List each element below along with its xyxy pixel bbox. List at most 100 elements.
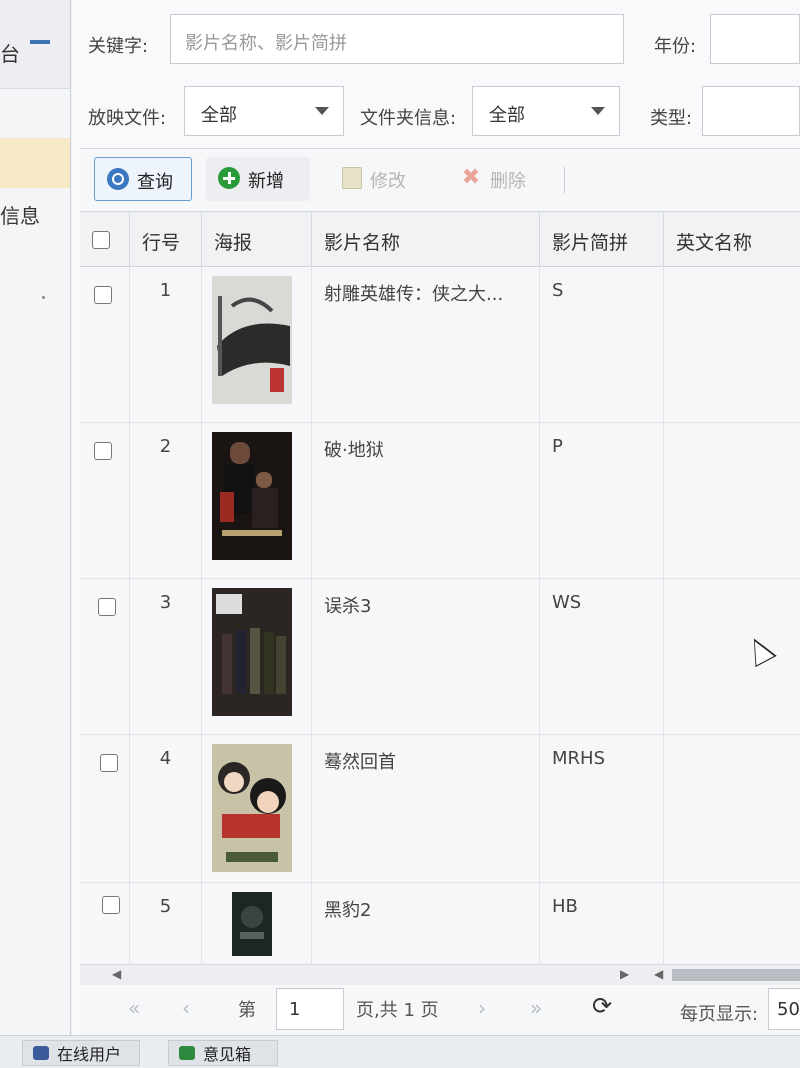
sidebar-header: 台 [0,0,70,89]
english-name [664,422,800,578]
search-icon [107,168,129,190]
row-number: 2 [130,422,202,578]
refresh-icon[interactable]: ⟳ [592,992,612,1020]
edit-button[interactable]: 修改 [330,157,430,201]
header-pinyin: 影片简拼 [540,212,664,266]
movie-pinyin: WS [540,578,664,734]
select-all-checkbox[interactable] [92,231,110,249]
table-row[interactable]: 5 黑豹2 HB [80,882,800,964]
movie-poster[interactable] [212,744,292,872]
sidebar-item-info[interactable]: 信息 [0,200,40,229]
scroll-right-icon[interactable]: ▶ [620,967,629,981]
row-number: 5 [130,882,202,964]
row-select-cell [80,734,130,882]
file-select[interactable]: 全部 [184,86,344,136]
poster-cell [202,422,312,578]
row-select-cell [80,422,130,578]
page-size-select[interactable]: 50 [768,988,800,1030]
pagination: « ‹ 第 1 页,共 1 页 › » ⟳ 每页显示: 50 [80,986,800,1035]
table-row[interactable]: 2 破·地狱 P [80,422,800,579]
movie-poster[interactable] [212,892,292,956]
query-button-label: 查询 [137,172,173,193]
row-checkbox[interactable] [102,896,120,914]
feedback-tab[interactable]: 意见箱 [168,1040,278,1066]
horizontal-scrollbar[interactable]: ◀ ▶ ◀ [80,964,800,985]
main-panel: 关键字: 影片名称、影片简拼 年份: 放映文件: 全部 文件夹信息: 全部 类型… [72,0,800,1035]
header-select-all [80,212,130,266]
english-name [664,266,800,422]
sidebar-header-title: 台 [0,42,20,66]
filter-row-1: 关键字: 影片名称、影片简拼 年份: [72,8,800,76]
movie-name: 误杀3 [312,578,540,734]
scroll-left-icon[interactable]: ◀ [654,967,663,981]
type-select[interactable] [702,86,800,136]
movie-name: 破·地狱 [312,422,540,578]
prev-page-button[interactable]: ‹ [182,996,190,1020]
row-checkbox[interactable] [94,442,112,460]
chevron-down-icon [591,107,605,115]
page-number-input[interactable]: 1 [276,988,344,1030]
next-page-button[interactable]: › [478,996,486,1020]
poster-cell [202,734,312,882]
movie-pinyin: P [540,422,664,578]
folder-select[interactable]: 全部 [472,86,620,136]
poster-cell [202,578,312,734]
movie-name: 蓦然回首 [312,734,540,882]
page-prefix: 第 [238,1000,256,1021]
row-select-cell [80,882,130,964]
sidebar-item-active[interactable] [0,138,70,188]
english-name [664,578,800,734]
movie-table: 行号 海报 影片名称 影片简拼 英文名称 1 射雕英雄传：侠之大... S 2 … [80,212,800,964]
edit-icon [342,167,362,189]
file-label: 放映文件: [88,108,167,129]
filter-row-2: 放映文件: 全部 文件夹信息: 全部 类型: [72,76,800,144]
page-size-label: 每页显示: [680,1004,759,1025]
header-english-name: 英文名称 [676,232,753,254]
table-row[interactable]: 3 误杀3 WS [80,578,800,735]
folder-label: 文件夹信息: [360,108,457,129]
chevron-down-icon [315,107,329,115]
sidebar: 台 信息 [0,0,71,1035]
header-movie-name: 影片名称 [312,212,540,266]
type-label: 类型: [650,108,693,129]
online-users-label: 在线用户 [57,1045,122,1064]
keyword-input[interactable]: 影片名称、影片简拼 [170,14,624,64]
year-input[interactable] [710,14,800,64]
year-label: 年份: [654,36,697,57]
movie-pinyin: MRHS [540,734,664,882]
movie-name: 射雕英雄传：侠之大... [312,266,540,422]
feedback-label: 意见箱 [203,1045,252,1064]
row-number: 4 [130,734,202,882]
row-checkbox[interactable] [100,754,118,772]
poster-cell [202,882,312,964]
close-icon: ✖ [461,165,481,190]
scroll-left-icon[interactable]: ◀ [112,967,121,981]
add-button[interactable]: 新增 [206,157,310,201]
movie-poster[interactable] [212,432,292,560]
sidebar-dot [42,296,45,299]
query-button[interactable]: 查询 [94,157,192,201]
poster-cell [202,266,312,422]
collapse-icon[interactable] [30,40,50,44]
row-number: 1 [130,266,202,422]
file-select-value: 全部 [201,105,237,126]
page-total: 页,共 1 页 [356,1000,439,1021]
scrollbar-thumb[interactable] [672,969,800,981]
movie-poster[interactable] [212,588,292,716]
first-page-button[interactable]: « [128,996,140,1020]
mailbox-icon [179,1046,195,1060]
online-users-tab[interactable]: 在线用户 [22,1040,140,1066]
last-page-button[interactable]: » [530,996,542,1020]
delete-button[interactable]: ✖ 删除 [448,157,548,201]
row-checkbox[interactable] [94,286,112,304]
table-row[interactable]: 4 蓦然回首 MRHS [80,734,800,883]
table-row[interactable]: 1 射雕英雄传：侠之大... S [80,266,800,423]
row-number: 3 [130,578,202,734]
keyword-label: 关键字: [88,36,149,57]
movie-poster[interactable] [212,276,292,404]
row-checkbox[interactable] [98,598,116,616]
english-name [664,734,800,882]
movie-pinyin: S [540,266,664,422]
plus-icon [218,167,240,189]
add-button-label: 新增 [248,171,284,192]
